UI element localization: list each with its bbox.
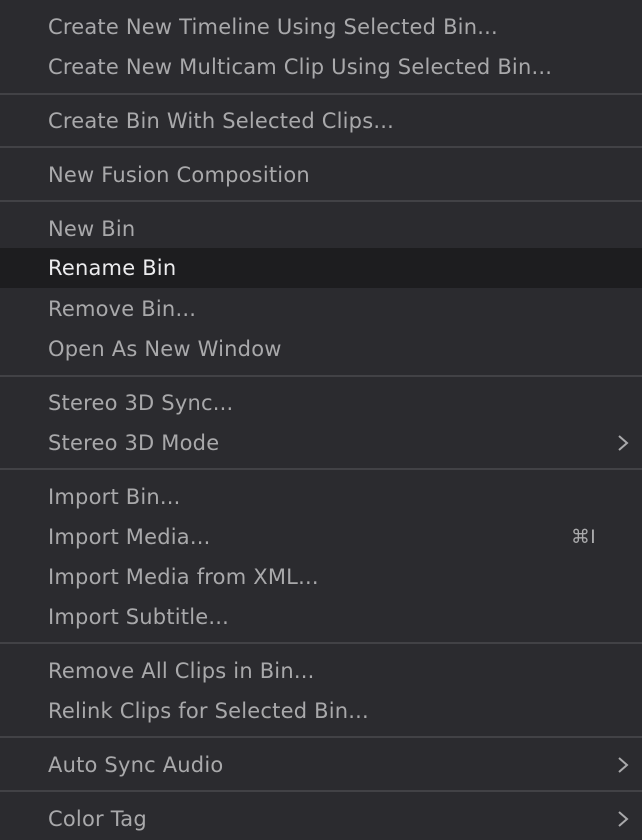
menu-separator [0, 146, 642, 148]
menu-item-new-bin[interactable]: New Bin [0, 209, 642, 249]
menu-separator [0, 93, 642, 95]
menu-separator [0, 200, 642, 202]
menu-item-open-as-new-window[interactable]: Open As New Window [0, 329, 642, 369]
menu-item-create-new-timeline-using-selected-bin[interactable]: Create New Timeline Using Selected Bin..… [0, 7, 642, 47]
menu-item-label: Remove All Clips in Bin... [48, 659, 315, 683]
menu-item-label: Import Media... [48, 525, 211, 549]
menu-item-create-new-multicam-clip-using-selected-bin[interactable]: Create New Multicam Clip Using Selected … [0, 47, 642, 87]
menu-item-import-subtitle[interactable]: Import Subtitle... [0, 597, 642, 637]
menu-item-label: Import Subtitle... [48, 605, 230, 629]
menu-item-label: Create New Multicam Clip Using Selected … [48, 55, 553, 79]
menu-item-label: Import Media from XML... [48, 565, 319, 589]
menu-item-label: Auto Sync Audio [48, 753, 224, 777]
menu-item-relink-clips-for-selected-bin[interactable]: Relink Clips for Selected Bin... [0, 691, 642, 731]
menu-item-import-media[interactable]: Import Media... ⌘I [0, 517, 642, 557]
chevron-right-icon [618, 757, 629, 773]
chevron-right-icon [618, 811, 629, 827]
menu-item-stereo-3d-sync[interactable]: Stereo 3D Sync... [0, 383, 642, 423]
menu-item-label: Open As New Window [48, 337, 282, 361]
menu-item-color-tag[interactable]: Color Tag [0, 799, 642, 839]
menu-separator [0, 375, 642, 377]
menu-item-remove-bin[interactable]: Remove Bin... [0, 289, 642, 329]
menu-item-label: Relink Clips for Selected Bin... [48, 699, 369, 723]
menu-item-label: New Bin [48, 217, 136, 241]
menu-separator [0, 642, 642, 644]
menu-separator [0, 468, 642, 470]
menu-item-label: Color Tag [48, 807, 147, 831]
menu-item-new-fusion-composition[interactable]: New Fusion Composition [0, 155, 642, 195]
context-menu: Create New Timeline Using Selected Bin..… [0, 0, 642, 840]
menu-separator [0, 736, 642, 738]
menu-item-label: Rename Bin [48, 256, 177, 280]
menu-item-label: Create Bin With Selected Clips... [48, 109, 394, 133]
menu-item-label: New Fusion Composition [48, 163, 310, 187]
menu-item-label: Stereo 3D Sync... [48, 391, 234, 415]
menu-item-rename-bin[interactable]: Rename Bin [0, 248, 642, 288]
menu-item-create-bin-with-selected-clips[interactable]: Create Bin With Selected Clips... [0, 101, 642, 141]
chevron-right-icon [618, 435, 629, 451]
menu-item-import-media-from-xml[interactable]: Import Media from XML... [0, 557, 642, 597]
menu-item-auto-sync-audio[interactable]: Auto Sync Audio [0, 745, 642, 785]
menu-item-stereo-3d-mode[interactable]: Stereo 3D Mode [0, 423, 642, 463]
menu-item-import-bin[interactable]: Import Bin... [0, 477, 642, 517]
menu-item-label: Import Bin... [48, 485, 181, 509]
menu-item-label: Remove Bin... [48, 297, 197, 321]
menu-item-label: Create New Timeline Using Selected Bin..… [48, 15, 498, 39]
menu-item-remove-all-clips-in-bin[interactable]: Remove All Clips in Bin... [0, 651, 642, 691]
menu-separator [0, 790, 642, 792]
keyboard-shortcut: ⌘I [570, 526, 596, 548]
menu-item-label: Stereo 3D Mode [48, 431, 220, 455]
